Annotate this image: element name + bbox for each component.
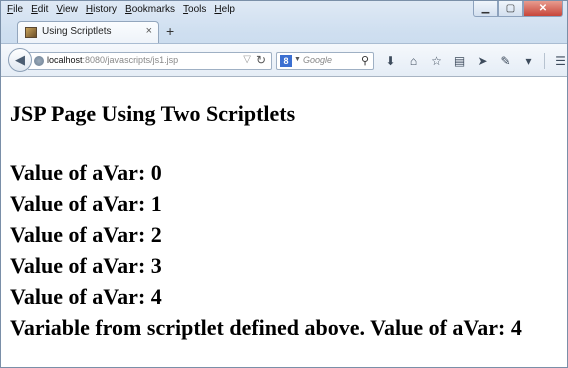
extension-icon[interactable]: ✎ bbox=[494, 53, 517, 69]
browser-chrome: File Edit View History Bookmarks Tools H… bbox=[1, 1, 567, 77]
menu-help[interactable]: Help bbox=[214, 2, 235, 18]
tab-title: Using Scriptlets bbox=[42, 26, 112, 37]
back-button[interactable]: ◀ bbox=[8, 48, 32, 72]
new-tab-button[interactable]: + bbox=[166, 23, 174, 39]
minimize-button[interactable]: ▁ bbox=[473, 1, 498, 17]
reload-icon[interactable]: ↻ bbox=[256, 53, 266, 67]
navigation-toolbar: localhost:8080/javascripts/js1.jsp ▽ ↻ ◀… bbox=[1, 43, 567, 77]
page-favicon-icon bbox=[25, 27, 37, 38]
menu-history[interactable]: History bbox=[86, 2, 117, 18]
menu-bar: File Edit View History Bookmarks Tools H… bbox=[7, 2, 235, 18]
bookmark-star-icon[interactable]: ☆ bbox=[425, 53, 448, 69]
back-arrow-icon: ◀ bbox=[15, 52, 25, 67]
scriptlet-result-line: Variable from scriptlet defined above. V… bbox=[10, 315, 522, 340]
menu-tools[interactable]: Tools bbox=[183, 2, 206, 18]
send-icon[interactable]: ➤ bbox=[471, 53, 494, 69]
url-host: localhost bbox=[47, 55, 83, 65]
menu-view[interactable]: View bbox=[56, 2, 78, 18]
value-line-4: Value of aVar: 4 bbox=[10, 284, 162, 309]
home-icon[interactable]: ⌂ bbox=[402, 53, 425, 69]
url-path: :8080/javascripts/js1.jsp bbox=[82, 55, 179, 65]
value-line-2: Value of aVar: 2 bbox=[10, 222, 162, 247]
download-icon[interactable]: ⬇ bbox=[379, 53, 402, 69]
value-line-0: Value of aVar: 0 bbox=[10, 160, 162, 185]
address-bar[interactable]: localhost:8080/javascripts/js1.jsp ▽ ↻ bbox=[28, 52, 272, 70]
search-bar[interactable]: 8 ▼ Google ⚲ bbox=[276, 52, 374, 70]
menu-icon[interactable]: ☰ bbox=[549, 53, 568, 69]
page-content: JSP Page Using Two Scriptlets Value of a… bbox=[1, 77, 567, 367]
tab-close-icon[interactable]: × bbox=[146, 25, 152, 37]
page-heading: JSP Page Using Two Scriptlets bbox=[10, 101, 296, 126]
close-button[interactable]: ✕ bbox=[523, 1, 563, 17]
search-placeholder: Google bbox=[303, 55, 333, 65]
dropdown-icon[interactable]: ▾ bbox=[517, 53, 540, 69]
toolbar-separator bbox=[544, 53, 545, 69]
menu-file[interactable]: File bbox=[7, 2, 23, 18]
globe-icon bbox=[34, 56, 44, 66]
value-line-1: Value of aVar: 1 bbox=[10, 191, 162, 216]
menu-edit[interactable]: Edit bbox=[31, 2, 48, 18]
window-controls: ▁ ▢ ✕ bbox=[473, 1, 563, 17]
value-line-3: Value of aVar: 3 bbox=[10, 253, 162, 278]
menu-bookmarks[interactable]: Bookmarks bbox=[125, 2, 175, 18]
browser-window: File Edit View History Bookmarks Tools H… bbox=[0, 0, 568, 368]
reading-list-icon[interactable]: ▤ bbox=[448, 53, 471, 69]
address-url: localhost:8080/javascripts/js1.jsp bbox=[47, 55, 178, 65]
restore-button[interactable]: ▢ bbox=[498, 1, 523, 17]
search-engine-dropdown-icon[interactable]: ▼ bbox=[294, 56, 301, 63]
url-dropdown-icon[interactable]: ▽ bbox=[243, 54, 251, 65]
toolbar-icons: ⬇ ⌂ ☆ ▤ ➤ ✎ ▾ ☰ bbox=[379, 53, 568, 69]
search-icon[interactable]: ⚲ bbox=[361, 54, 369, 67]
tab-using-scriptlets[interactable]: Using Scriptlets × bbox=[17, 21, 159, 43]
search-engine-icon[interactable]: 8 bbox=[280, 55, 292, 67]
